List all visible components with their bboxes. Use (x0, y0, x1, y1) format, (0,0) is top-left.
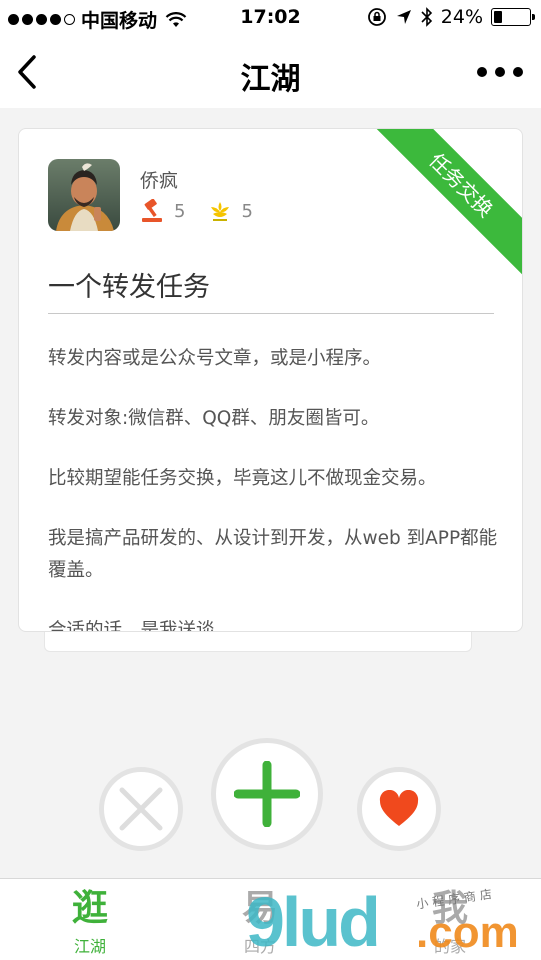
tab-bar: 逛 江湖 易 四方 我 的家 (0, 878, 541, 960)
content-paragraph: 转发对象:微信群、QQ群、朋友圈皆可。 (48, 408, 380, 429)
battery-fill (494, 11, 503, 23)
tab-sifang[interactable]: 易 四方 (190, 879, 330, 960)
post-content: 转发内容或是公众号文章，或是小程序。 转发对象:微信群、QQ群、朋友圈皆可。 比… (48, 343, 498, 632)
more-dot-icon (495, 67, 505, 77)
status-right: 24% (367, 6, 535, 28)
flower-icon (211, 202, 230, 221)
heart-icon (379, 790, 419, 826)
content-paragraph: 我是搞产品研发的、从设计到开发，从web 到APP都能覆盖。 (48, 528, 498, 581)
username: 侨疯 (140, 170, 179, 192)
more-dot-icon (513, 67, 523, 77)
flower-count: 5 (241, 200, 253, 222)
tab-label: 江湖 (73, 937, 106, 956)
more-dot-icon (477, 67, 487, 77)
tab-icon: 逛 (71, 888, 108, 929)
page-title: 江湖 (240, 62, 301, 97)
tab-icon: 我 (431, 888, 468, 929)
like-button[interactable] (357, 767, 441, 851)
location-icon (396, 10, 411, 24)
tab-label: 四方 (243, 937, 276, 956)
gavel-icon (142, 199, 162, 222)
flower-stat: 5 (207, 199, 253, 223)
add-task-button[interactable] (211, 738, 323, 850)
tab-wodejia[interactable]: 我 的家 (380, 879, 520, 960)
battery-icon (491, 8, 535, 26)
content-paragraph: 合适的话，是我送谈 (48, 620, 215, 632)
tab-jianghu[interactable]: 逛 江湖 (20, 879, 160, 960)
close-icon (119, 787, 163, 831)
divider (48, 313, 494, 314)
avatar[interactable] (48, 159, 120, 231)
post-title: 一个转发任务 (48, 272, 210, 303)
bluetooth-icon (421, 7, 432, 27)
content-paragraph: 比较期望能任务交换，毕竟这儿不做现金交易。 (48, 468, 437, 489)
skip-button[interactable] (99, 767, 183, 851)
nav-bar: 江湖 (0, 36, 541, 108)
hammer-count: 5 (174, 200, 186, 222)
user-stats: 5 5 (140, 199, 275, 223)
battery-percent: 24% (440, 6, 483, 28)
plus-icon (234, 761, 300, 827)
task-card[interactable]: 侨疯 5 5 任务交换 一个转发任务 转发内容或是公众号文章，或是小程序。 转发… (18, 128, 523, 632)
hammer-stat: 5 (140, 199, 185, 223)
content-paragraph: 转发内容或是公众号文章，或是小程序。 (48, 348, 382, 369)
rotation-lock-icon (367, 8, 386, 26)
tab-label: 的家 (433, 937, 466, 956)
tab-icon: 易 (241, 888, 278, 929)
more-button[interactable] (477, 62, 523, 82)
avatar-image (48, 159, 120, 231)
task-exchange-ribbon: 任务交换 (365, 129, 522, 281)
status-bar: 中国移动 17:02 24% (0, 0, 541, 36)
